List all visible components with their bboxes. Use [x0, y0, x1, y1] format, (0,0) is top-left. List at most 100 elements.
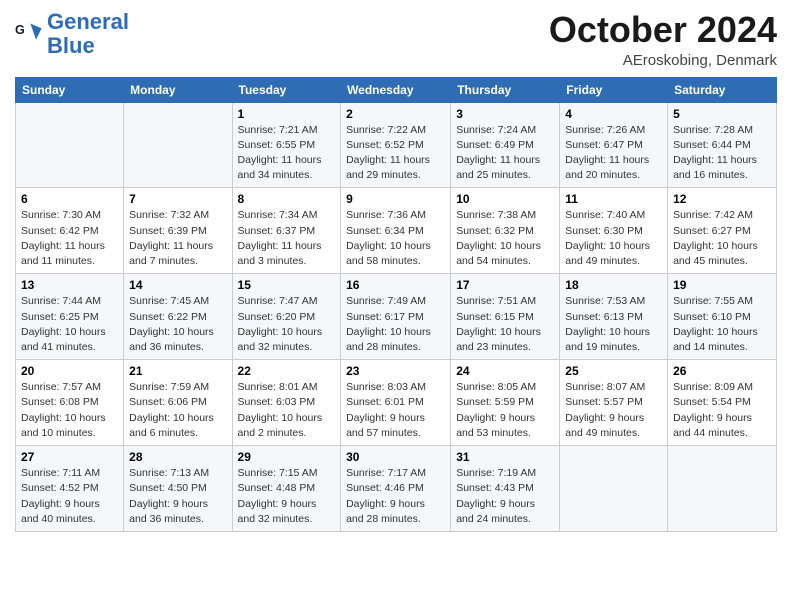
- day-number: 19: [673, 278, 771, 292]
- col-header-sunday: Sunday: [16, 77, 124, 102]
- header-row: SundayMondayTuesdayWednesdayThursdayFrid…: [16, 77, 777, 102]
- day-info: Sunrise: 8:01 AMSunset: 6:03 PMDaylight:…: [238, 380, 336, 441]
- location: AEroskobing, Denmark: [549, 52, 777, 69]
- day-cell: 2Sunrise: 7:22 AMSunset: 6:52 PMDaylight…: [341, 102, 451, 188]
- day-number: 8: [238, 192, 336, 206]
- day-cell: 6 Sunrise: 7:30 AMSunset: 6:42 PMDaylight…: [16, 188, 124, 274]
- day-number: 10: [456, 192, 554, 206]
- day-info: Sunrise: 7:11 AMSunset: 4:52 PMDaylight:…: [21, 466, 118, 527]
- day-cell: 10 Sunrise: 7:38 AMSunset: 6:32 PMDayligh…: [451, 188, 560, 274]
- day-info: Sunrise: 7:19 AMSunset: 4:43 PMDaylight:…: [456, 466, 554, 527]
- day-info: Sunrise: 7:13 AMSunset: 4:50 PMDaylight:…: [129, 466, 226, 527]
- day-number: 29: [238, 450, 336, 464]
- day-cell: 31 Sunrise: 7:19 AMSunset: 4:43 PMDayligh…: [451, 446, 560, 532]
- day-info: Sunrise: 7:28 AMSunset: 6:44 PMDaylight:…: [673, 123, 771, 184]
- day-cell: 18Sunrise: 7:53 AMSunset: 6:13 PMDayligh…: [560, 274, 668, 360]
- logo-icon: G: [15, 20, 43, 48]
- day-number: 9: [346, 192, 445, 206]
- day-info: Sunrise: 8:03 AMSunset: 6:01 PMDaylight:…: [346, 380, 445, 441]
- col-header-saturday: Saturday: [668, 77, 777, 102]
- logo: G General Blue: [15, 10, 129, 58]
- day-info: Sunrise: 7:44 AMSunset: 6:25 PMDaylight:…: [21, 294, 118, 355]
- day-number: 4: [565, 107, 662, 121]
- week-row-1: 1 Sunrise: 7:21 AMSunset: 6:55 PMDaylight…: [16, 102, 777, 188]
- col-header-tuesday: Tuesday: [232, 77, 341, 102]
- day-info: Sunrise: 8:07 AMSunset: 5:57 PMDaylight:…: [565, 380, 662, 441]
- col-header-thursday: Thursday: [451, 77, 560, 102]
- logo-general: General: [47, 9, 129, 34]
- day-number: 27: [21, 450, 118, 464]
- day-cell: 12Sunrise: 7:42 AMSunset: 6:27 PMDayligh…: [668, 188, 777, 274]
- day-number: 30: [346, 450, 445, 464]
- day-cell: 5 Sunrise: 7:28 AMSunset: 6:44 PMDaylight…: [668, 102, 777, 188]
- day-number: 5: [673, 107, 771, 121]
- calendar-table: SundayMondayTuesdayWednesdayThursdayFrid…: [15, 77, 777, 532]
- day-cell: [16, 102, 124, 188]
- day-number: 24: [456, 364, 554, 378]
- day-cell: 20 Sunrise: 7:57 AMSunset: 6:08 PMDayligh…: [16, 360, 124, 446]
- day-info: Sunrise: 7:22 AMSunset: 6:52 PMDaylight:…: [346, 123, 445, 184]
- day-info: Sunrise: 7:30 AMSunset: 6:42 PMDaylight:…: [21, 208, 118, 269]
- month-title: October 2024: [549, 10, 777, 50]
- day-info: Sunrise: 7:53 AMSunset: 6:13 PMDaylight:…: [565, 294, 662, 355]
- day-cell: 28 Sunrise: 7:13 AMSunset: 4:50 PMDayligh…: [124, 446, 232, 532]
- day-cell: [560, 446, 668, 532]
- col-header-wednesday: Wednesday: [341, 77, 451, 102]
- day-info: Sunrise: 7:38 AMSunset: 6:32 PMDaylight:…: [456, 208, 554, 269]
- day-cell: 13 Sunrise: 7:44 AMSunset: 6:25 PMDayligh…: [16, 274, 124, 360]
- day-number: 25: [565, 364, 662, 378]
- logo-blue: Blue: [47, 33, 95, 58]
- day-number: 1: [238, 107, 336, 121]
- day-number: 31: [456, 450, 554, 464]
- day-cell: 22 Sunrise: 8:01 AMSunset: 6:03 PMDayligh…: [232, 360, 341, 446]
- day-cell: 30 Sunrise: 7:17 AMSunset: 4:46 PMDayligh…: [341, 446, 451, 532]
- day-info: Sunrise: 7:36 AMSunset: 6:34 PMDaylight:…: [346, 208, 445, 269]
- day-info: Sunrise: 8:05 AMSunset: 5:59 PMDaylight:…: [456, 380, 554, 441]
- day-info: Sunrise: 7:55 AMSunset: 6:10 PMDaylight:…: [673, 294, 771, 355]
- day-cell: 14Sunrise: 7:45 AMSunset: 6:22 PMDayligh…: [124, 274, 232, 360]
- day-number: 26: [673, 364, 771, 378]
- day-info: Sunrise: 7:45 AMSunset: 6:22 PMDaylight:…: [129, 294, 226, 355]
- day-cell: 24 Sunrise: 8:05 AMSunset: 5:59 PMDayligh…: [451, 360, 560, 446]
- day-cell: 16 Sunrise: 7:49 AMSunset: 6:17 PMDayligh…: [341, 274, 451, 360]
- day-info: Sunrise: 7:57 AMSunset: 6:08 PMDaylight:…: [21, 380, 118, 441]
- day-number: 12: [673, 192, 771, 206]
- day-cell: [668, 446, 777, 532]
- day-cell: 19 Sunrise: 7:55 AMSunset: 6:10 PMDayligh…: [668, 274, 777, 360]
- day-info: Sunrise: 7:49 AMSunset: 6:17 PMDaylight:…: [346, 294, 445, 355]
- week-row-4: 20 Sunrise: 7:57 AMSunset: 6:08 PMDayligh…: [16, 360, 777, 446]
- day-cell: 7Sunrise: 7:32 AMSunset: 6:39 PMDaylight…: [124, 188, 232, 274]
- day-cell: 17Sunrise: 7:51 AMSunset: 6:15 PMDayligh…: [451, 274, 560, 360]
- day-cell: 8Sunrise: 7:34 AMSunset: 6:37 PMDaylight…: [232, 188, 341, 274]
- day-cell: 11Sunrise: 7:40 AMSunset: 6:30 PMDayligh…: [560, 188, 668, 274]
- day-number: 20: [21, 364, 118, 378]
- page-header: G General Blue October 2024 AEroskobing,…: [15, 10, 777, 69]
- day-number: 13: [21, 278, 118, 292]
- col-header-friday: Friday: [560, 77, 668, 102]
- day-info: Sunrise: 7:17 AMSunset: 4:46 PMDaylight:…: [346, 466, 445, 527]
- day-number: 3: [456, 107, 554, 121]
- svg-text:G: G: [15, 23, 25, 37]
- day-info: Sunrise: 7:15 AMSunset: 4:48 PMDaylight:…: [238, 466, 336, 527]
- day-cell: 3 Sunrise: 7:24 AMSunset: 6:49 PMDaylight…: [451, 102, 560, 188]
- day-info: Sunrise: 7:59 AMSunset: 6:06 PMDaylight:…: [129, 380, 226, 441]
- day-cell: 15Sunrise: 7:47 AMSunset: 6:20 PMDayligh…: [232, 274, 341, 360]
- day-info: Sunrise: 7:21 AMSunset: 6:55 PMDaylight:…: [238, 123, 336, 184]
- day-number: 16: [346, 278, 445, 292]
- week-row-2: 6 Sunrise: 7:30 AMSunset: 6:42 PMDaylight…: [16, 188, 777, 274]
- day-info: Sunrise: 7:40 AMSunset: 6:30 PMDaylight:…: [565, 208, 662, 269]
- day-info: Sunrise: 7:24 AMSunset: 6:49 PMDaylight:…: [456, 123, 554, 184]
- day-cell: 9 Sunrise: 7:36 AMSunset: 6:34 PMDaylight…: [341, 188, 451, 274]
- day-number: 6: [21, 192, 118, 206]
- day-info: Sunrise: 7:26 AMSunset: 6:47 PMDaylight:…: [565, 123, 662, 184]
- week-row-5: 27 Sunrise: 7:11 AMSunset: 4:52 PMDayligh…: [16, 446, 777, 532]
- day-cell: 27 Sunrise: 7:11 AMSunset: 4:52 PMDayligh…: [16, 446, 124, 532]
- day-cell: 25 Sunrise: 8:07 AMSunset: 5:57 PMDayligh…: [560, 360, 668, 446]
- day-number: 15: [238, 278, 336, 292]
- day-info: Sunrise: 8:09 AMSunset: 5:54 PMDaylight:…: [673, 380, 771, 441]
- logo-text: General Blue: [47, 10, 129, 58]
- day-number: 22: [238, 364, 336, 378]
- day-number: 7: [129, 192, 226, 206]
- day-number: 28: [129, 450, 226, 464]
- day-cell: 21Sunrise: 7:59 AMSunset: 6:06 PMDayligh…: [124, 360, 232, 446]
